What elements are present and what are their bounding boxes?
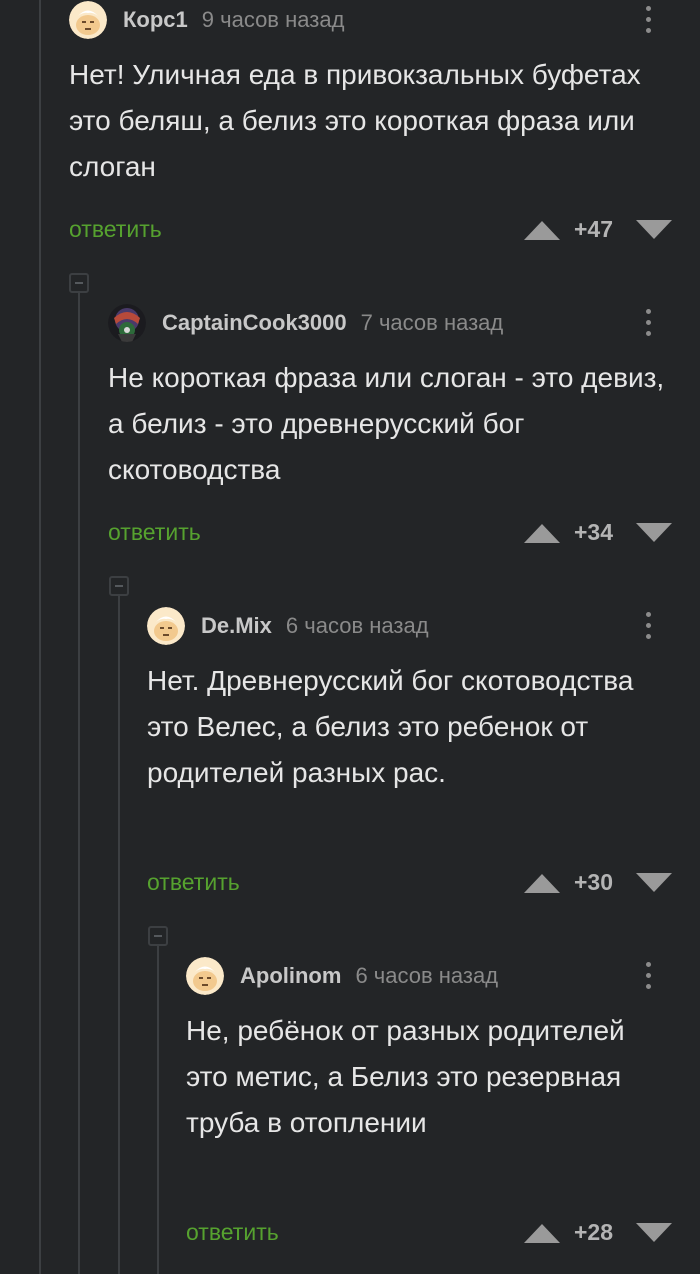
thread-line — [78, 293, 80, 1274]
upvote-icon[interactable] — [524, 221, 560, 240]
downvote-icon[interactable] — [636, 1223, 672, 1242]
more-options-icon[interactable] — [640, 606, 656, 646]
thread-line — [39, 0, 41, 1274]
user-photo-avatar — [108, 304, 146, 342]
comment-score: +47 — [574, 216, 614, 242]
reply-button[interactable]: ответить — [108, 514, 201, 550]
comment-footer: ответить — [186, 1214, 641, 1250]
comment-author[interactable]: Корс1 — [123, 7, 188, 33]
comment-header: CaptainCook3000 7 часов назад — [108, 303, 503, 343]
default-avatar-icon — [186, 957, 224, 995]
comment-thread: Корс1 9 часов назад Нет! Уличная еда в п… — [0, 0, 700, 1274]
more-options-icon[interactable] — [640, 0, 656, 40]
downvote-icon[interactable] — [636, 873, 672, 892]
comment-time: 6 часов назад — [285, 613, 429, 638]
comment-author[interactable]: De.Mix — [201, 613, 272, 639]
reply-button[interactable]: ответить — [69, 211, 162, 247]
default-avatar-icon — [69, 1, 107, 39]
comment-header: Apolinom 6 часов назад — [186, 956, 498, 996]
comment-score: +34 — [574, 519, 614, 545]
reply-button[interactable]: ответить — [147, 864, 240, 900]
collapse-thread-button[interactable] — [69, 273, 89, 293]
upvote-icon[interactable] — [524, 1224, 560, 1243]
reply-button[interactable]: ответить — [186, 1214, 279, 1250]
more-options-icon[interactable] — [640, 956, 656, 996]
more-options-icon[interactable] — [640, 303, 656, 343]
thread-line — [118, 596, 120, 1274]
comment-text: Не короткая фраза или слоган - это девиз… — [108, 362, 665, 485]
avatar[interactable] — [186, 957, 224, 995]
default-avatar-icon — [147, 607, 185, 645]
collapse-thread-button[interactable] — [148, 926, 168, 946]
upvote-icon[interactable] — [524, 524, 560, 543]
comment-score: +30 — [574, 869, 614, 895]
downvote-icon[interactable] — [636, 523, 672, 542]
collapse-thread-button[interactable] — [109, 576, 129, 596]
comment-header: Корс1 9 часов назад — [69, 0, 344, 40]
upvote-icon[interactable] — [524, 874, 560, 893]
comment-time: 7 часов назад — [360, 310, 504, 335]
thread-line — [157, 946, 159, 1274]
downvote-icon[interactable] — [636, 220, 672, 239]
comment-author[interactable]: CaptainCook3000 — [162, 310, 347, 336]
comment-text: Нет! Уличная еда в привокзальных буфетах… — [69, 59, 641, 182]
comment-author[interactable]: Apolinom — [240, 963, 341, 989]
comment-text: Не, ребёнок от разных родителей это мети… — [186, 1015, 625, 1138]
avatar[interactable] — [147, 607, 185, 645]
avatar[interactable] — [69, 1, 107, 39]
comment-header: De.Mix 6 часов назад — [147, 606, 429, 646]
avatar[interactable] — [108, 304, 146, 342]
comment-time: 9 часов назад — [201, 7, 345, 32]
comment-time: 6 часов назад — [355, 963, 499, 988]
comment-score: +28 — [574, 1219, 614, 1245]
comment-text: Нет. Древнерусский бог скотоводства это … — [147, 665, 634, 788]
